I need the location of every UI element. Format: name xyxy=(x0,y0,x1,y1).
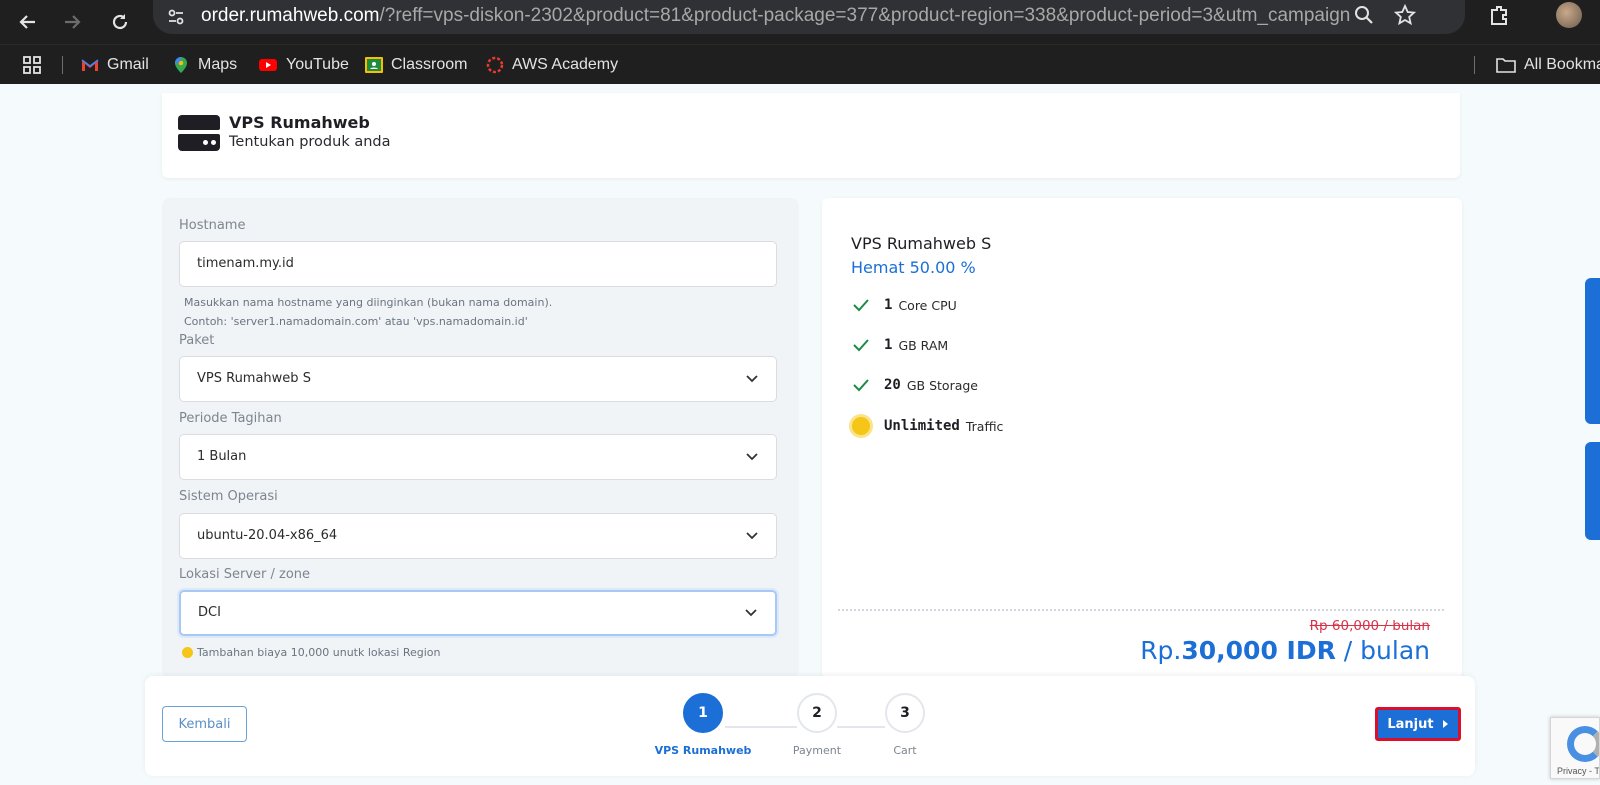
hostname-help-2: Contoh: 'server1.namadomain.com' atau 'v… xyxy=(184,315,528,328)
page-subtitle: Tentukan produk anda xyxy=(229,134,391,150)
divider xyxy=(838,609,1444,611)
check-icon xyxy=(853,379,869,392)
step-3[interactable]: 3 Cart xyxy=(855,693,955,757)
bookmark-aws-academy[interactable]: AWS Academy xyxy=(486,45,618,85)
location-label: Lokasi Server / zone xyxy=(179,567,311,582)
chevron-down-icon xyxy=(746,453,758,461)
site-info-icon[interactable] xyxy=(167,8,185,30)
back-arrow-icon[interactable] xyxy=(12,0,44,44)
step-2[interactable]: 2 Payment xyxy=(767,693,867,757)
caret-right-icon xyxy=(1442,720,1448,728)
folder-icon xyxy=(1496,58,1516,73)
browser-toolbar: order.rumahweb.com/?reff=vps-diskon-2302… xyxy=(0,0,1600,44)
order-page: VPS Rumahweb Tentukan produk anda Hostna… xyxy=(0,85,1600,785)
config-form: Hostname timenam.my.id Masukkan nama hos… xyxy=(162,198,799,678)
address-bar[interactable]: order.rumahweb.com/?reff=vps-diskon-2302… xyxy=(153,0,1465,34)
next-button[interactable]: Lanjut xyxy=(1375,707,1461,741)
hostname-input[interactable]: timenam.my.id xyxy=(179,241,777,287)
os-select[interactable]: ubuntu-20.04-x86_64 xyxy=(179,513,777,559)
spec-storage: 20 GB Storage xyxy=(852,377,978,393)
maps-icon xyxy=(175,57,187,73)
product-header: VPS Rumahweb Tentukan produk anda xyxy=(162,93,1460,178)
bookmarks-bar: Gmail Maps YouTube Classroom AWS Academy… xyxy=(0,44,1600,84)
spec-traffic: Unlimited Traffic xyxy=(852,417,1003,435)
chevron-down-icon xyxy=(746,375,758,383)
extensions-icon[interactable] xyxy=(1488,4,1510,31)
page-title: VPS Rumahweb xyxy=(229,113,370,132)
bookmark-classroom[interactable]: Classroom xyxy=(365,45,467,85)
check-icon xyxy=(853,339,869,352)
bookmark-maps[interactable]: Maps xyxy=(172,45,237,85)
youtube-icon xyxy=(259,59,277,71)
os-label: Sistem Operasi xyxy=(179,489,278,504)
zoom-icon[interactable] xyxy=(1353,4,1375,30)
location-note: Tambahan biaya 10,000 unutk lokasi Regio… xyxy=(182,646,441,659)
current-price: Rp.30,000 IDR / bulan xyxy=(1140,636,1430,665)
back-button[interactable]: Kembali xyxy=(162,706,247,742)
spec-ram: 1 GB RAM xyxy=(852,337,948,353)
side-tab-chat[interactable] xyxy=(1585,278,1600,424)
spec-cpu: 1 Core CPU xyxy=(852,297,957,313)
checkout-footer: Kembali 1 VPS Rumahweb 2 Payment 3 Cart … xyxy=(145,676,1475,776)
profile-avatar[interactable] xyxy=(1556,2,1582,28)
summary-product: VPS Rumahweb S xyxy=(851,234,992,253)
reload-icon[interactable] xyxy=(104,0,136,44)
location-select[interactable]: DCI xyxy=(179,590,777,636)
hostname-help-1: Masukkan nama hostname yang diinginkan (… xyxy=(184,296,553,309)
period-select[interactable]: 1 Bulan xyxy=(179,434,777,480)
server-icon xyxy=(178,115,220,151)
old-price: Rp 60,000 / bulan xyxy=(1309,618,1430,634)
url-text[interactable]: order.rumahweb.com/?reff=vps-diskon-2302… xyxy=(201,5,1351,27)
gmail-icon xyxy=(81,59,99,71)
info-dot-icon xyxy=(182,647,193,658)
recaptcha-icon xyxy=(1567,726,1599,762)
sun-icon xyxy=(852,417,870,435)
period-label: Periode Tagihan xyxy=(179,411,282,426)
step-1[interactable]: 1 VPS Rumahweb xyxy=(653,693,753,757)
apps-grid-icon[interactable] xyxy=(22,45,42,85)
bookmark-youtube[interactable]: YouTube xyxy=(258,45,349,85)
chevron-down-icon xyxy=(746,532,758,540)
discount-badge: Hemat 50.00 % xyxy=(851,258,976,277)
chevron-down-icon xyxy=(745,609,757,617)
bookmark-star-icon[interactable] xyxy=(1393,3,1417,30)
package-select[interactable]: VPS Rumahweb S xyxy=(179,356,777,402)
side-tab-live-chat[interactable] xyxy=(1585,442,1600,540)
bookmark-gmail[interactable]: Gmail xyxy=(81,45,149,85)
hostname-label: Hostname xyxy=(179,218,246,233)
check-icon xyxy=(853,299,869,312)
all-bookmarks[interactable]: All Bookma xyxy=(1496,45,1600,85)
order-summary: VPS Rumahweb S Hemat 50.00 % 1 Core CPU 1… xyxy=(822,198,1462,678)
aws-academy-icon xyxy=(486,56,504,74)
classroom-icon xyxy=(365,57,383,73)
package-label: Paket xyxy=(179,333,215,348)
forward-arrow-icon[interactable] xyxy=(56,0,88,44)
recaptcha-badge[interactable]: Privacy - Te xyxy=(1550,717,1600,779)
